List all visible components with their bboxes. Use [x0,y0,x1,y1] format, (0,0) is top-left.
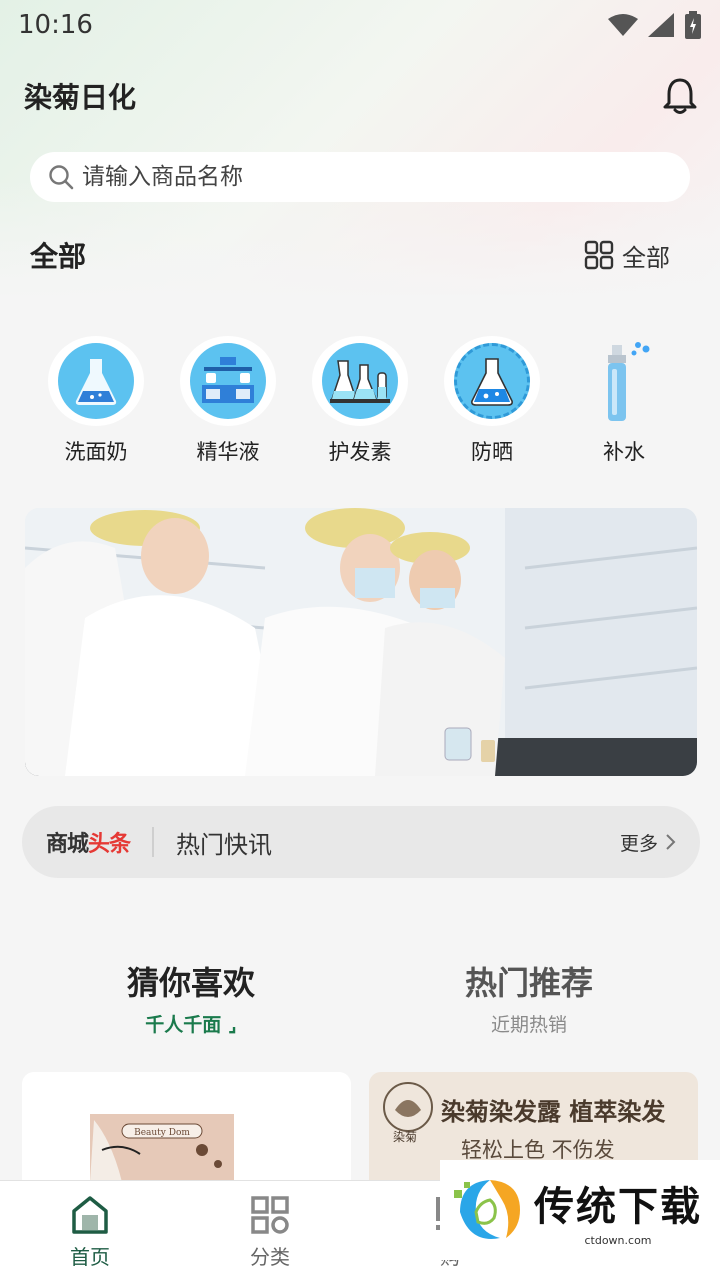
category-item-serum[interactable]: 精华液 [162,336,294,466]
svg-text:Beauty Dom: Beauty Dom [134,1128,190,1138]
status-bar: 10:16 [0,0,720,50]
news-brand-part1: 商城 [46,832,89,857]
tab-title: 猜你喜欢 [126,964,255,1002]
flask-icon [48,336,144,426]
nav-category[interactable]: 分类 [180,1181,360,1280]
lab-bench-icon [180,336,276,426]
category-label: 护发素 [328,440,392,464]
nav-label: 分类 [250,1245,290,1269]
tab-guess-you-like[interactable]: 猜你喜欢 千人千面 ⌟ [22,958,360,1038]
beakers-icon [312,336,408,426]
search-bar[interactable] [30,152,690,202]
watermark-logo-icon [454,1180,520,1239]
tab-subtitle: 千人千面 ⌟ [145,1014,237,1036]
tab-title: 热门推荐 [464,964,593,1002]
chevron-right-icon [666,834,676,850]
nav-label: 首页 [70,1245,110,1269]
category-row: 洗面奶 精华液 护发素 防晒 补水 [30,336,690,466]
nav-home[interactable]: 首页 [0,1181,180,1280]
grid-icon [584,240,614,270]
wifi-icon [608,14,638,36]
watermark-overlay: 传统下载 ctdown.com [440,1160,720,1260]
divider [152,827,155,857]
battery-icon [685,11,701,39]
section-header: 全部 全部 [30,230,670,280]
category-item-sunscreen[interactable]: 防晒 [426,336,558,466]
brand-seal-label: 染菊 [393,1130,418,1144]
bell-icon[interactable] [662,77,698,115]
chemistry-flask-icon [444,336,540,426]
news-brand-logo: 商城头条 [46,826,131,858]
category-item-conditioner[interactable]: 护发素 [294,336,426,466]
news-ticker[interactable]: 商城头条 热门快讯 更多 [22,806,700,878]
watermark-url: ctdown.com [584,1233,652,1247]
news-more-label: 更多 [619,832,658,855]
search-icon [49,165,74,190]
recommend-tabs: 猜你喜欢 千人千面 ⌟ 热门推荐 近期热销 [22,958,698,1038]
tab-hot-recommend[interactable]: 热门推荐 近期热销 [360,958,698,1038]
signal-icon [648,13,674,37]
promo-banner[interactable] [25,508,697,776]
all-categories-button[interactable]: 全部 [584,238,670,273]
search-input[interactable] [82,164,642,190]
app-header: 染菊日化 [0,70,720,122]
section-title: 全部 [30,240,87,273]
tab-subtitle-text: 千人千面 [145,1014,222,1036]
news-brand-part2: 头条 [88,832,131,857]
category-label: 精华液 [196,440,260,464]
category-label: 防晒 [471,440,513,464]
category-item-hydrating[interactable]: 补水 [558,336,690,466]
news-more-link[interactable]: 更多 [620,829,676,856]
product-card[interactable]: Beauty Dom [22,1072,351,1182]
spray-bottle-icon [576,336,672,426]
app-title: 染菊日化 [24,81,137,114]
product-title: 染菊染发露 植萃染发 [441,1098,666,1126]
product-image: Beauty Dom [90,1114,234,1182]
home-icon [72,1196,108,1234]
category-label: 洗面奶 [64,440,128,464]
category-grid-icon [251,1196,289,1234]
banner-image [25,508,697,776]
tab-subtitle: 近期热销 [490,1014,567,1036]
all-categories-label: 全部 [622,243,670,272]
status-icons [608,11,702,39]
category-label: 补水 [603,440,645,464]
news-headline: 热门快讯 [176,830,273,859]
watermark-text: 传统下载 ctdown.com [534,1174,702,1247]
watermark-title: 传统下载 [534,1183,702,1230]
category-item-cleanser[interactable]: 洗面奶 [30,336,162,466]
status-time: 10:16 [18,10,93,40]
